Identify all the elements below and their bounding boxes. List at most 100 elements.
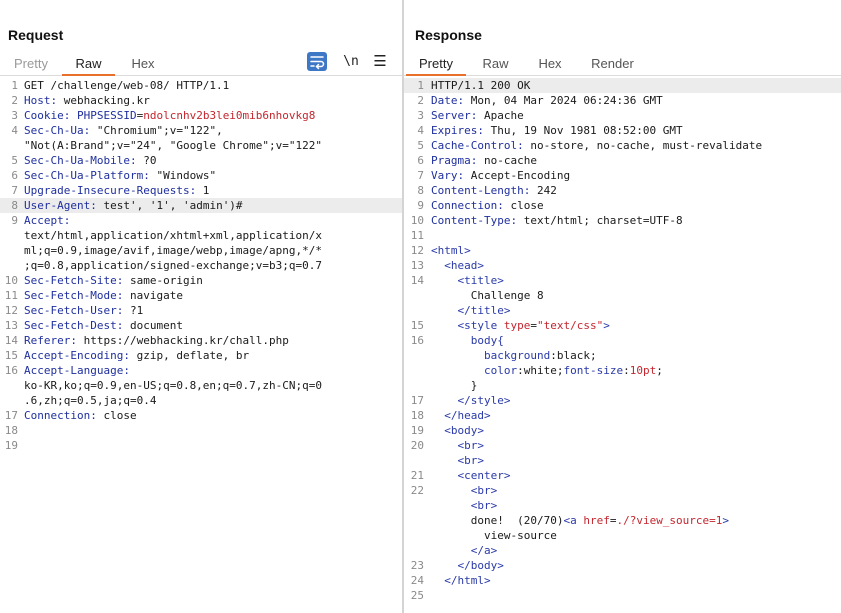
request-code-line[interactable]: 3 Cookie: PHPSESSID=ndolcnhv2b3lei0mib6nh…	[0, 108, 402, 123]
line-content: Sec-Ch-Ua-Platform: "Windows"	[24, 169, 217, 182]
line-content: <style type="text/css">	[457, 319, 610, 332]
response-code-line[interactable]: 24 </html>	[404, 573, 841, 588]
response-code-line[interactable]: 7 Vary: Accept-Encoding	[404, 168, 841, 183]
response-tab-render[interactable]: Render	[590, 52, 635, 76]
response-pane: Response Pretty Raw Hex Render 1 HTTP/1.1…	[404, 0, 841, 613]
response-tab-raw[interactable]: Raw	[482, 52, 509, 76]
response-code-line[interactable]: color:white;font-size:10pt;	[404, 363, 841, 378]
response-code-line[interactable]: 9 Connection: close	[404, 198, 841, 213]
line-content: Host: webhacking.kr	[24, 94, 150, 107]
response-title: Response	[415, 27, 482, 43]
line-number: 3	[11, 109, 18, 122]
request-code-line[interactable]: 1 GET /challenge/web-08/ HTTP/1.1	[0, 78, 402, 93]
line-number: 21	[410, 469, 424, 482]
response-code-line[interactable]: 13 <head>	[404, 258, 841, 273]
line-number: 10	[410, 214, 424, 227]
line-number: 5	[11, 154, 18, 167]
request-code-line[interactable]: ml;q=0.9,image/avif,image/webp,image/apn…	[0, 243, 402, 258]
request-code-line[interactable]: 15 Accept-Encoding: gzip, deflate, br	[0, 348, 402, 363]
request-code-line[interactable]: "Not(A:Brand";v="24", "Google Chrome";v=…	[0, 138, 402, 153]
request-code-line[interactable]: 7 Upgrade-Insecure-Requests: 1	[0, 183, 402, 198]
response-code-line[interactable]: 20 <br>	[404, 438, 841, 453]
response-editor[interactable]: 1 HTTP/1.1 200 OK 2 Date: Mon, 04 Mar 2024 …	[404, 78, 841, 613]
response-tab-hex[interactable]: Hex	[537, 52, 563, 76]
response-code-line[interactable]: 22 <br>	[404, 483, 841, 498]
request-code-line[interactable]: 5 Sec-Ch-Ua-Mobile: ?0	[0, 153, 402, 168]
line-number: 15	[4, 349, 18, 362]
request-tab-hex[interactable]: Hex	[130, 52, 156, 76]
word-wrap-toggle-button[interactable]	[307, 52, 327, 71]
request-tab-raw[interactable]: Raw	[62, 52, 115, 76]
line-content: Referer: https://webhacking.kr/chall.php	[24, 334, 289, 347]
response-code-line[interactable]: Challenge 8	[404, 288, 841, 303]
response-code-line[interactable]: 12 <html>	[404, 243, 841, 258]
response-code-line[interactable]: 19 <body>	[404, 423, 841, 438]
line-content: }	[431, 379, 478, 392]
response-code-line[interactable]: 23 </body>	[404, 558, 841, 573]
request-code-line[interactable]: 19	[0, 438, 402, 453]
response-code-line[interactable]: 4 Expires: Thu, 19 Nov 1981 08:52:00 GMT	[404, 123, 841, 138]
line-number: 4	[11, 124, 18, 137]
response-code-line[interactable]: 8 Content-Length: 242	[404, 183, 841, 198]
request-editor[interactable]: 1 GET /challenge/web-08/ HTTP/1.1 2 Host: w…	[0, 78, 402, 613]
response-code-line[interactable]: view-source	[404, 528, 841, 543]
request-code-line[interactable]: 9 Accept:	[0, 213, 402, 228]
request-code-line[interactable]: 16 Accept-Language:	[0, 363, 402, 378]
response-code-line[interactable]: 5 Cache-Control: no-store, no-cache, must…	[404, 138, 841, 153]
request-tab-pretty[interactable]: Pretty	[13, 52, 49, 76]
request-code-line[interactable]: .6,zh;q=0.5,ja;q=0.4	[0, 393, 402, 408]
line-content: </html>	[444, 574, 491, 587]
request-code-line[interactable]: 6 Sec-Ch-Ua-Platform: "Windows"	[0, 168, 402, 183]
response-code-line[interactable]: 16 body{	[404, 333, 841, 348]
request-code-line[interactable]: 2 Host: webhacking.kr	[0, 93, 402, 108]
line-content: Upgrade-Insecure-Requests: 1	[24, 184, 210, 197]
editor-menu-icon[interactable]: ☰	[370, 52, 390, 71]
response-code-line[interactable]: </title>	[404, 303, 841, 318]
line-content: <br>	[470, 484, 498, 497]
response-code-line[interactable]: 6 Pragma: no-cache	[404, 153, 841, 168]
request-code-line[interactable]: 11 Sec-Fetch-Mode: navigate	[0, 288, 402, 303]
response-code-line[interactable]: 21 <center>	[404, 468, 841, 483]
line-number: 12	[410, 244, 424, 257]
line-content: <title>	[457, 274, 504, 287]
response-code-line[interactable]: 1 HTTP/1.1 200 OK	[404, 78, 841, 93]
response-code-line[interactable]: done! (20/70)<a href=./?view_source=1>	[404, 513, 841, 528]
line-content: Sec-Fetch-Mode: navigate	[24, 289, 183, 302]
request-code-line[interactable]: 10 Sec-Fetch-Site: same-origin	[0, 273, 402, 288]
request-code-line[interactable]: ;q=0.8,application/signed-exchange;v=b3;…	[0, 258, 402, 273]
line-content: Content-Length: 242	[431, 184, 557, 197]
response-code-line[interactable]: 11	[404, 228, 841, 243]
request-code-line[interactable]: 18	[0, 423, 402, 438]
request-code-line[interactable]: 17 Connection: close	[0, 408, 402, 423]
response-code-line[interactable]: 25	[404, 588, 841, 603]
response-code-line[interactable]: }	[404, 378, 841, 393]
request-code-line[interactable]: 12 Sec-Fetch-User: ?1	[0, 303, 402, 318]
response-code-line[interactable]: 15 <style type="text/css">	[404, 318, 841, 333]
line-number: 18	[410, 409, 424, 422]
request-code-line[interactable]: ko-KR,ko;q=0.9,en-US;q=0.8,en;q=0.7,zh-C…	[0, 378, 402, 393]
request-code-line[interactable]: 13 Sec-Fetch-Dest: document	[0, 318, 402, 333]
response-tab-pretty[interactable]: Pretty	[406, 52, 466, 76]
line-content: HTTP/1.1 200 OK	[431, 79, 531, 92]
response-code-line[interactable]: <br>	[404, 453, 841, 468]
response-code-line[interactable]: 18 </head>	[404, 408, 841, 423]
line-number: 23	[410, 559, 424, 572]
request-code-line[interactable]: 8 User-Agent: test', '1', 'admin')#	[0, 198, 402, 213]
request-code-line[interactable]: text/html,application/xhtml+xml,applicat…	[0, 228, 402, 243]
response-code-line[interactable]: </a>	[404, 543, 841, 558]
show-newlines-button[interactable]: \n	[341, 52, 361, 71]
response-code-line[interactable]: 2 Date: Mon, 04 Mar 2024 06:24:36 GMT	[404, 93, 841, 108]
response-code-line[interactable]: <br>	[404, 498, 841, 513]
request-code-line[interactable]: 4 Sec-Ch-Ua: "Chromium";v="122",	[0, 123, 402, 138]
response-code-line[interactable]: 14 <title>	[404, 273, 841, 288]
response-code-line[interactable]: 10 Content-Type: text/html; charset=UTF-8	[404, 213, 841, 228]
response-code-line[interactable]: 17 </style>	[404, 393, 841, 408]
line-number: 8	[417, 184, 424, 197]
response-code-line[interactable]: 3 Server: Apache	[404, 108, 841, 123]
request-code-line[interactable]: 14 Referer: https://webhacking.kr/chall.p…	[0, 333, 402, 348]
line-number: 3	[417, 109, 424, 122]
response-code-line[interactable]: background:black;	[404, 348, 841, 363]
line-content: Sec-Ch-Ua-Mobile: ?0	[24, 154, 157, 167]
line-number: 2	[417, 94, 424, 107]
line-number: 17	[410, 394, 424, 407]
